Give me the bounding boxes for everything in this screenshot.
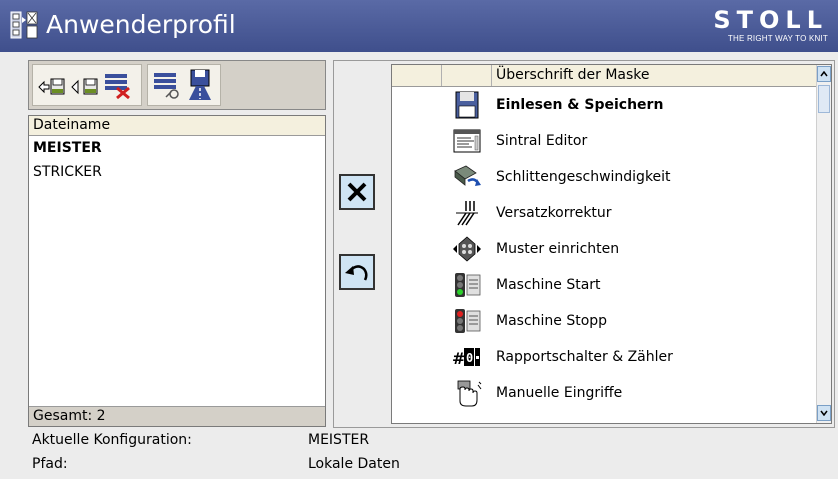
menu-label: Einlesen & Speichern xyxy=(496,97,664,113)
remove-button[interactable] xyxy=(339,174,375,210)
config-value: MEISTER xyxy=(308,432,370,448)
undo-arrow-icon xyxy=(345,265,368,281)
path-value: Lokale Daten xyxy=(308,456,400,472)
file-row-stricker[interactable]: STRICKER xyxy=(29,160,325,184)
config-tool-group xyxy=(147,64,221,106)
scroll-thumb[interactable] xyxy=(818,85,830,113)
carriage-speed-icon xyxy=(454,165,481,186)
save-to-disk-button[interactable] xyxy=(184,68,216,102)
chevron-down-icon xyxy=(820,410,828,416)
brand-name: STOLL xyxy=(713,6,828,34)
manual-intervention-icon xyxy=(457,380,482,407)
menu-label: Muster einrichten xyxy=(496,241,620,257)
transfer-tool-group xyxy=(32,64,142,106)
profile-toolbar xyxy=(28,60,326,110)
list-settings-icon xyxy=(154,73,179,99)
menu-label: Maschine Stopp xyxy=(496,313,608,329)
menu-scrollbar[interactable] xyxy=(816,65,831,423)
save-arrow-icon xyxy=(71,78,98,95)
chevron-up-icon xyxy=(820,71,828,77)
machine-stop-icon xyxy=(455,309,481,333)
menu-label: Versatzkorrektur xyxy=(496,205,612,221)
user-profile-app-icon xyxy=(10,11,38,39)
floppy-disk-icon xyxy=(455,91,479,119)
scroll-down-button[interactable] xyxy=(817,405,831,421)
menu-item-manuelle-eingriffe[interactable]: Manuelle Eingriffe xyxy=(392,375,817,411)
menu-item-rapportschalter-zaehler[interactable]: # 0 Rapportschalter & Zähler xyxy=(392,339,817,375)
brand-tagline: THE RIGHT WAY TO KNIT xyxy=(727,34,828,43)
machine-start-icon xyxy=(455,273,481,297)
undo-button[interactable] xyxy=(339,254,375,290)
menu-item-maschine-stopp[interactable]: Maschine Stopp xyxy=(392,303,817,339)
save-profile-button[interactable] xyxy=(69,68,101,102)
menu-item-schlittengeschwindigkeit[interactable]: Schlittengeschwindigkeit xyxy=(392,159,817,195)
scroll-up-button[interactable] xyxy=(817,66,831,82)
file-row-meister[interactable]: MEISTER xyxy=(29,136,325,160)
menu-item-versatzkorrektur[interactable]: Versatzkorrektur xyxy=(392,195,817,231)
svg-text:0: 0 xyxy=(466,351,473,365)
menu-label: Maschine Start xyxy=(496,277,601,293)
screen-menu-list: Überschrift der Maske Einlesen & Speiche… xyxy=(391,64,832,424)
window-title: Anwenderprofil xyxy=(46,10,236,39)
header-col-2 xyxy=(442,65,492,86)
menu-item-sintral-editor[interactable]: Sintral Editor xyxy=(392,123,817,159)
delete-profile-button[interactable] xyxy=(102,68,134,102)
file-count-footer: Gesamt: 2 xyxy=(29,406,325,426)
menu-list-header: Überschrift der Maske xyxy=(392,65,817,87)
apply-config-button[interactable] xyxy=(151,68,183,102)
menu-label: Schlittengeschwindigkeit xyxy=(496,169,671,185)
close-x-icon xyxy=(347,182,367,202)
header-col-1 xyxy=(392,65,442,86)
racking-correction-icon xyxy=(456,201,478,226)
menu-item-maschine-start[interactable]: Maschine Start xyxy=(392,267,817,303)
menu-item-einlesen-speichern[interactable]: Einlesen & Speichern xyxy=(392,87,817,123)
config-label: Aktuelle Konfiguration: xyxy=(32,432,192,448)
menu-label: Manuelle Eingriffe xyxy=(496,385,623,401)
counter-icon: # 0 xyxy=(452,348,480,368)
floppy-road-icon xyxy=(189,69,211,100)
load-profile-button[interactable] xyxy=(36,68,68,102)
text-editor-icon xyxy=(453,129,481,153)
menu-item-muster-einrichten[interactable]: Muster einrichten xyxy=(392,231,817,267)
current-config-row: Aktuelle Konfiguration: MEISTER xyxy=(32,430,832,450)
menu-label: Sintral Editor xyxy=(496,133,588,149)
path-row: Pfad: Lokale Daten xyxy=(32,454,832,474)
file-list-header: Dateiname xyxy=(29,116,325,136)
title-bar: Anwenderprofil STOLL THE RIGHT WAY TO KN… xyxy=(0,0,838,52)
stoll-logo: STOLL THE RIGHT WAY TO KNIT xyxy=(713,6,828,44)
pattern-setup-icon xyxy=(453,236,481,262)
load-arrow-icon xyxy=(38,78,65,95)
menu-label: Rapportschalter & Zähler xyxy=(496,349,673,365)
svg-text:#: # xyxy=(452,349,465,368)
path-label: Pfad: xyxy=(32,456,68,472)
menu-header-title: Überschrift der Maske xyxy=(496,67,650,83)
delete-list-icon xyxy=(105,74,130,100)
file-list-panel: Dateiname MEISTER STRICKER Gesamt: 2 xyxy=(28,115,326,427)
